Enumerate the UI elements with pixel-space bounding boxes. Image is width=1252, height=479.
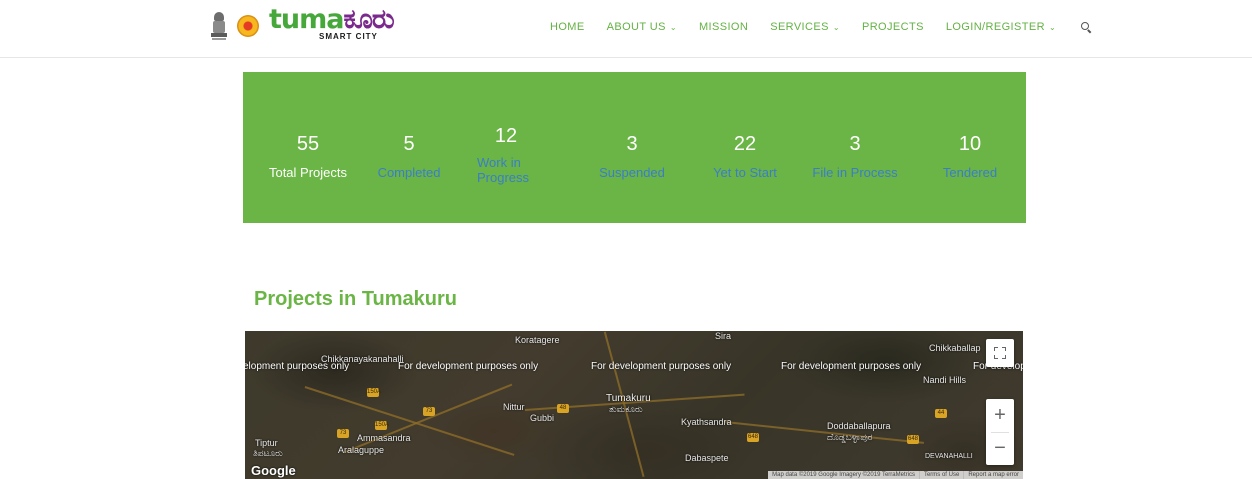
stat-label: Total Projects <box>268 165 348 180</box>
state-seal-logo <box>237 15 259 37</box>
map-place-label: Aralaguppe <box>338 445 385 455</box>
highway-shield: 648 <box>907 435 919 444</box>
nav-services[interactable]: SERVICES ⌄ <box>770 21 840 33</box>
map-place-label: Gubbi <box>530 413 555 423</box>
stat-total-projects[interactable]: 55 Total Projects <box>253 132 363 180</box>
stat-value: 10 <box>958 133 982 155</box>
stat-value: 3 <box>626 133 638 155</box>
stat-tendered[interactable]: 10 Tendered <box>923 132 1017 180</box>
map-place-label: Tumakuru <box>606 393 651 404</box>
highway-shield: 48 <box>557 404 569 413</box>
nav-login-register-label: LOGIN/REGISTER <box>945 21 1045 33</box>
nav-about-us[interactable]: ABOUT US ⌄ <box>607 21 677 33</box>
stat-value: 12 <box>494 125 518 147</box>
projects-map[interactable]: Chikkanayakanahalli Koratagere Sira Tuma… <box>245 331 1023 479</box>
map-place-label: Dabaspete <box>685 453 729 463</box>
map-place-label: Nandi Hills <box>923 375 967 385</box>
highway-shield: 73 <box>423 407 435 416</box>
stat-label: Work in Progress <box>477 155 530 185</box>
highway-shield: 150A <box>367 388 382 397</box>
highway-shield: 648 <box>747 433 759 442</box>
stat-value: 22 <box>733 133 757 155</box>
logo-group[interactable]: tumaಕೂರು SMART CITY <box>211 4 399 44</box>
chevron-down-icon: ⌄ <box>832 22 840 32</box>
nav-mission-label: MISSION <box>698 21 749 33</box>
chevron-down-icon: ⌄ <box>1048 22 1057 32</box>
dev-purposes-note: For development purposes only <box>398 361 539 372</box>
site-header: tumaಕೂರು SMART CITY HOME ABOUT US ⌄ MISSI… <box>0 0 1252 58</box>
map-place-label: Tiptur <box>255 438 278 448</box>
stat-value: 3 <box>849 133 861 155</box>
fullscreen-button[interactable] <box>986 339 1014 367</box>
fullscreen-icon <box>994 347 1006 359</box>
highway-shield: 73 <box>337 429 349 438</box>
dev-purposes-note: For development purposes only <box>781 361 922 372</box>
stat-work-in-progress[interactable]: 12 Work in Progress <box>465 124 547 185</box>
map-data-credit: Map data ©2019 Google Imagery ©2019 Terr… <box>772 472 915 478</box>
report-map-error-link[interactable]: Report a map error <box>963 471 1023 479</box>
map-place-label: ದೊಡ್ಡಬಳ್ಳಾಪುರ <box>827 432 873 442</box>
project-stats-band: 55 Total Projects 5 Completed 12 Work in… <box>243 72 1026 223</box>
stat-label: Suspended <box>599 165 665 180</box>
map-place-label: Nittur <box>503 402 525 412</box>
tumakuru-smart-city-logo[interactable]: tumaಕೂರು SMART CITY <box>269 4 399 44</box>
stat-value: 5 <box>403 133 415 155</box>
zoom-in-button[interactable]: + <box>986 399 1014 432</box>
map-place-label: ತುಮಕೂರು <box>609 404 643 414</box>
stat-file-in-process[interactable]: 3 File in Process <box>798 132 912 180</box>
chevron-down-icon: ⌄ <box>669 22 677 32</box>
highway-shield: 150A <box>375 421 390 430</box>
nav-services-label: SERVICES <box>770 21 829 33</box>
map-place-label: Kyathsandra <box>681 417 732 427</box>
brand-word-latin: tuma <box>269 4 344 35</box>
map-place-label: Chikkaballap <box>929 343 981 353</box>
stat-value: 55 <box>296 133 320 155</box>
stat-yet-to-start[interactable]: 22 Yet to Start <box>695 132 795 180</box>
terms-of-use-link[interactable]: Terms of Use <box>918 471 963 479</box>
nav-projects[interactable]: PROJECTS <box>862 21 924 33</box>
map-place-label: DEVANAHALLI <box>925 453 973 460</box>
search-icon[interactable] <box>1080 21 1092 34</box>
map-place-label: ತಿಪಟೂರು <box>253 448 283 458</box>
nav-mission[interactable]: MISSION <box>699 21 748 33</box>
map-attribution: Map data ©2019 Google Imagery ©2019 Terr… <box>768 471 1023 479</box>
nav-home-label: HOME <box>550 21 585 33</box>
stat-label: Yet to Start <box>713 165 777 180</box>
stat-suspended[interactable]: 3 Suspended <box>588 132 676 180</box>
map-place-label: Sira <box>715 331 732 341</box>
google-logo[interactable]: Google <box>251 463 296 478</box>
section-title: Projects in Tumakuru <box>254 288 458 310</box>
stat-label: Tendered <box>942 165 998 180</box>
stat-label: File in Process <box>812 165 898 180</box>
dev-purposes-note: For development purposes only <box>591 361 732 372</box>
highway-shield: 44 <box>935 409 947 418</box>
nav-about-us-label: ABOUT US <box>606 21 666 33</box>
stat-completed[interactable]: 5 Completed <box>363 132 455 180</box>
nav-home[interactable]: HOME <box>550 21 585 33</box>
nav-login-register[interactable]: LOGIN/REGISTER ⌄ <box>946 21 1056 33</box>
map-place-label: Doddaballapura <box>827 421 891 431</box>
national-emblem-logo <box>211 11 227 41</box>
dev-purposes-note: elopment purposes only <box>245 361 350 372</box>
zoom-out-button[interactable]: − <box>986 432 1014 465</box>
main-nav: HOME ABOUT US ⌄ MISSION SERVICES ⌄ PROJECT… <box>550 19 1092 35</box>
brand-word-kannada: ಕೂರು <box>343 4 394 35</box>
zoom-controls: + − <box>986 399 1014 465</box>
nav-projects-label: PROJECTS <box>861 21 924 33</box>
brand-subtitle: SMART CITY <box>319 32 378 41</box>
map-place-label: Ammasandra <box>357 433 411 443</box>
stat-label: Completed <box>377 165 441 180</box>
map-place-label: Koratagere <box>515 335 560 345</box>
